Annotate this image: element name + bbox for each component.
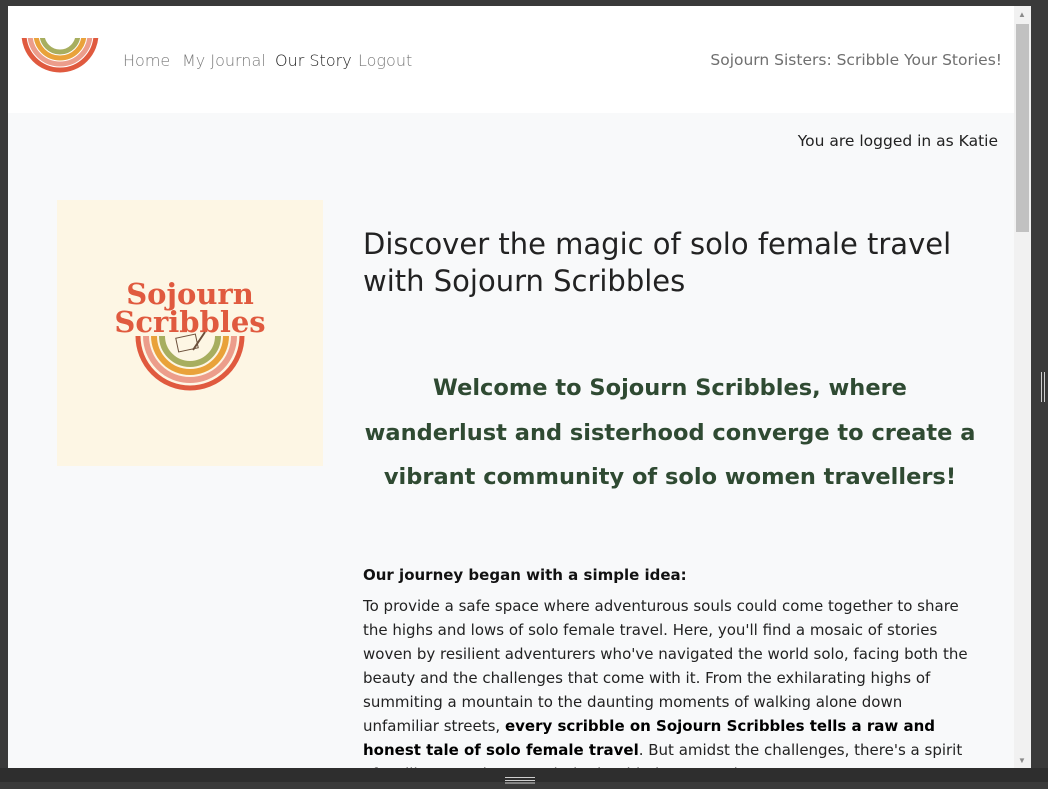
page-viewport: Home My Journal Our Story Logout Sojourn… <box>8 6 1014 768</box>
scroll-down-arrow-icon[interactable]: ▼ <box>1018 756 1026 765</box>
nav-link-logout[interactable]: Logout <box>358 51 412 70</box>
side-resize-grip-icon[interactable] <box>1040 372 1046 402</box>
hero-title: Discover the magic of solo female travel… <box>363 227 952 298</box>
navbar: Home My Journal Our Story Logout Sojourn… <box>8 6 1014 113</box>
nav-link-our-story[interactable]: Our Story <box>275 51 352 70</box>
story-paragraph: To provide a safe space where adventurou… <box>363 594 975 768</box>
scrollbar-thumb[interactable] <box>1016 24 1029 232</box>
scroll-up-arrow-icon[interactable]: ▲ <box>1018 10 1026 19</box>
logged-in-status: You are logged in as Katie <box>797 132 998 150</box>
rainbow-logo-icon[interactable] <box>20 38 100 80</box>
story-text-start: To provide a safe space where adventurou… <box>363 597 968 735</box>
nav-link-home[interactable]: Home <box>123 51 170 70</box>
sojourn-scribbles-logo-image: Sojourn Scribbles <box>57 200 323 466</box>
bottom-resize-grip-icon[interactable] <box>505 771 535 784</box>
nav-link-my-journal[interactable]: My Journal <box>182 51 266 70</box>
journey-heading: Our journey began with a simple idea: <box>363 566 687 584</box>
navbar-brand[interactable]: Sojourn Sisters: Scribble Your Stories! <box>710 51 1002 69</box>
logo-text-scribbles: Scribbles <box>114 305 265 339</box>
welcome-heading: Welcome to Sojourn Scribbles, where wand… <box>364 375 976 490</box>
vertical-scrollbar[interactable]: ▲ ▼ <box>1014 6 1031 768</box>
